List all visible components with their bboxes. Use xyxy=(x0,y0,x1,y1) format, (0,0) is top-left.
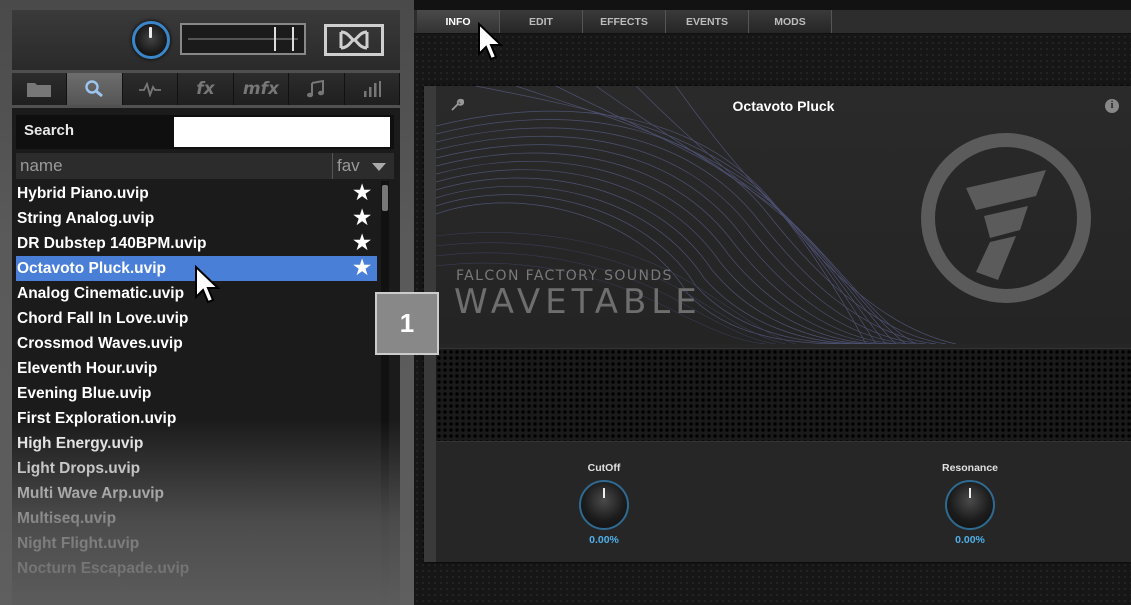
search-label: Search xyxy=(24,122,75,139)
speaker-grille xyxy=(436,348,1131,442)
preset-row[interactable]: DR Dubstep 140BPM.uvip ★ xyxy=(16,231,377,256)
preset-name: Nocturn Escapade.uvip xyxy=(17,560,190,577)
browser-tabs: fx mfx xyxy=(12,73,400,105)
tab-waveform[interactable] xyxy=(122,73,179,105)
cutoff-knob[interactable] xyxy=(579,480,629,530)
info-icon[interactable]: i xyxy=(1105,99,1119,113)
info-page: Octavoto Pluck i FALCON FACTORY SOUNDS W… xyxy=(424,86,1131,562)
sort-down-icon xyxy=(372,163,386,171)
preset-name: Light Drops.uvip xyxy=(17,460,141,477)
cutoff-value: 0.00% xyxy=(589,534,619,546)
tab-events[interactable]: EVENTS xyxy=(666,10,749,33)
column-fav-header[interactable]: fav xyxy=(332,153,394,179)
preset-name: String Analog.uvip xyxy=(17,210,155,227)
preset-name: Night Flight.uvip xyxy=(17,535,140,552)
tab-bars[interactable] xyxy=(344,73,400,105)
preset-row[interactable]: First Exploration.uvip xyxy=(16,406,377,431)
mouse-cursor-icon xyxy=(478,22,504,61)
fx-icon: fx xyxy=(196,79,215,99)
resonance-value: 0.00% xyxy=(955,534,985,546)
favorite-star-icon[interactable]: ★ xyxy=(353,206,371,231)
tab-music[interactable] xyxy=(289,73,345,105)
favorite-star-icon[interactable]: ★ xyxy=(353,231,371,256)
preset-list-scrollbar[interactable] xyxy=(381,181,389,605)
preset-row[interactable]: Hybrid Piano.uvip ★ xyxy=(16,181,377,206)
preset-name: Eleventh Hour.uvip xyxy=(17,360,158,377)
resonance-control: Resonance 0.00% xyxy=(910,462,1030,546)
preset-row[interactable]: Chord Fall In Love.uvip xyxy=(16,306,377,331)
preset-name: Chord Fall In Love.uvip xyxy=(17,310,189,327)
preset-name: Octavoto Pluck.uvip xyxy=(17,260,167,277)
column-header: name fav xyxy=(16,153,394,179)
tab-mods[interactable]: MODS xyxy=(749,10,832,33)
preset-row[interactable]: Multiseq.uvip xyxy=(16,506,377,531)
tab-folder[interactable] xyxy=(12,73,68,105)
resonance-label: Resonance xyxy=(941,462,999,474)
tab-search[interactable] xyxy=(67,73,123,105)
search-row: Search xyxy=(16,115,394,149)
favorite-star-icon[interactable]: ★ xyxy=(353,181,371,206)
mfx-icon: mfx xyxy=(242,79,279,99)
macro-controls: CutOff 0.00% Resonance 0.00% xyxy=(436,442,1131,558)
preset-name: First Exploration.uvip xyxy=(17,410,177,427)
preset-row[interactable]: High Energy.uvip xyxy=(16,431,377,456)
bars-icon xyxy=(363,81,381,97)
search-input[interactable] xyxy=(174,117,390,147)
tab-fx[interactable]: fx xyxy=(178,73,234,105)
preset-row[interactable]: Evening Blue.uvip xyxy=(16,381,377,406)
tab-edit[interactable]: EDIT xyxy=(500,10,583,33)
preset-row[interactable]: Night Flight.uvip xyxy=(16,531,377,556)
falcon-logo-icon xyxy=(921,133,1091,303)
preset-row[interactable]: String Analog.uvip ★ xyxy=(16,206,377,231)
preset-name: DR Dubstep 140BPM.uvip xyxy=(17,235,207,252)
preset-name: Multi Wave Arp.uvip xyxy=(17,485,164,502)
preset-name: Crossmod Waves.uvip xyxy=(17,335,183,352)
instrument-panel: INFO EDIT EFFECTS EVENTS MODS Octavoto P… xyxy=(414,0,1131,605)
slider-thumb[interactable] xyxy=(274,27,294,51)
preset-row[interactable]: Nocturn Escapade.uvip xyxy=(16,556,377,581)
info-hero: Octavoto Pluck i FALCON FACTORY SOUNDS W… xyxy=(436,86,1131,344)
resonance-knob[interactable] xyxy=(945,480,995,530)
preset-name: Analog Cinematic.uvip xyxy=(17,285,185,302)
cutoff-control: CutOff 0.00% xyxy=(544,462,664,546)
tab-effects[interactable]: EFFECTS xyxy=(583,10,666,33)
preset-name: Hybrid Piano.uvip xyxy=(17,185,149,202)
preset-browser: Search name fav Hybrid Piano.uvip ★ String… xyxy=(12,108,400,605)
instrument-tabs: INFO EDIT EFFECTS EVENTS MODS xyxy=(414,10,1131,34)
step-badge: 1 xyxy=(375,292,439,355)
column-name-header[interactable]: name xyxy=(20,156,63,176)
waveform-icon xyxy=(139,81,162,97)
preset-row[interactable]: Light Drops.uvip xyxy=(16,456,377,481)
scrollbar-thumb[interactable] xyxy=(382,185,388,211)
preset-name: Multiseq.uvip xyxy=(17,510,117,527)
folder-icon xyxy=(27,83,52,97)
music-note-icon xyxy=(307,80,325,98)
preset-name: Evening Blue.uvip xyxy=(17,385,152,402)
cutoff-label: CutOff xyxy=(587,462,621,474)
mouse-cursor-icon xyxy=(195,265,221,304)
master-toolbar xyxy=(12,10,400,70)
brand-title: WAVETABLE xyxy=(454,282,702,322)
favorite-star-icon[interactable]: ★ xyxy=(353,256,371,281)
column-fav-label: fav xyxy=(337,156,360,175)
uvi-logo-icon xyxy=(324,24,384,56)
master-slider[interactable] xyxy=(180,23,306,55)
search-icon xyxy=(84,80,103,98)
preset-title: Octavoto Pluck xyxy=(732,98,835,114)
preset-row[interactable]: Multi Wave Arp.uvip xyxy=(16,481,377,506)
preset-list: Hybrid Piano.uvip ★ String Analog.uvip ★ DR … xyxy=(16,181,377,605)
preset-row[interactable]: Eleventh Hour.uvip xyxy=(16,356,377,381)
master-volume-knob[interactable] xyxy=(132,21,170,59)
tab-mfx[interactable]: mfx xyxy=(233,73,290,105)
preset-name: High Energy.uvip xyxy=(17,435,144,452)
preset-row[interactable]: Crossmod Waves.uvip xyxy=(16,331,377,356)
